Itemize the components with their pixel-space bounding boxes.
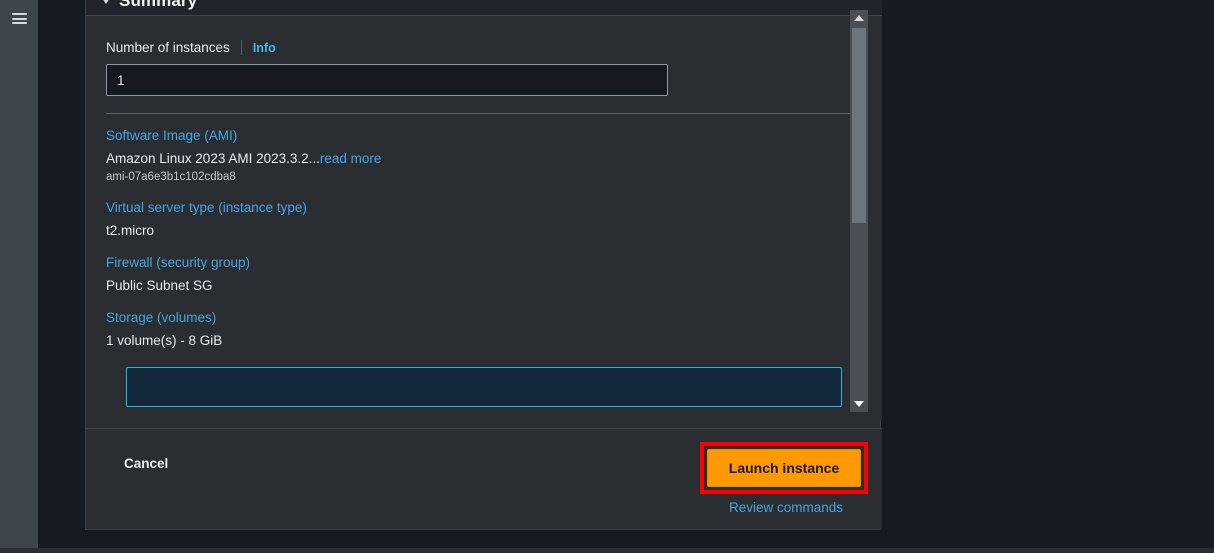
cancel-button[interactable]: Cancel (124, 456, 168, 471)
review-commands-link[interactable]: Review commands (726, 500, 846, 515)
summary-item-ami: Software Image (AMI) Amazon Linux 2023 A… (106, 126, 862, 186)
triangle-down-glyph (854, 401, 864, 407)
summary-item-storage: Storage (volumes) 1 volume(s) - 8 GiB (106, 308, 862, 351)
read-more-link[interactable]: read more (320, 151, 382, 166)
hamburger-line (12, 17, 27, 20)
number-of-instances-label: Number of instances (106, 40, 230, 55)
scroll-down-arrow-icon[interactable] (850, 396, 868, 412)
summary-item-instance-type: Virtual server type (instance type) t2.m… (106, 198, 862, 241)
summary-heading-ami[interactable]: Software Image (AMI) (106, 126, 862, 146)
summary-value-instance-type: t2.micro (106, 223, 155, 238)
number-of-instances-input[interactable] (106, 64, 668, 96)
ami-name-text: Amazon Linux 2023 AMI 2023.3.2... (106, 151, 320, 166)
summary-list: Software Image (AMI) Amazon Linux 2023 A… (86, 114, 882, 407)
number-of-instances-label-row: Number of instances Info (106, 40, 862, 55)
summary-footer: Cancel Launch instance Review commands (86, 429, 882, 529)
app-root: Summary Number of instances Info Softwar… (0, 0, 1214, 553)
label-separator (240, 40, 242, 55)
hamburger-line (12, 13, 27, 15)
summary-heading-security-group[interactable]: Firewall (security group) (106, 253, 862, 273)
summary-heading-instance-type[interactable]: Virtual server type (instance type) (106, 198, 862, 218)
chevron-down-icon[interactable] (102, 0, 110, 4)
summary-ami-id: ami-07a6e3b1c102cdba8 (106, 171, 236, 183)
number-of-instances-field: Number of instances Info (86, 16, 882, 96)
summary-value-ami: Amazon Linux 2023 AMI 2023.3.2...read mo… (106, 148, 862, 169)
free-tier-alert-box (126, 367, 842, 407)
hamburger-line (12, 22, 27, 24)
summary-heading-storage[interactable]: Storage (volumes) (106, 308, 862, 328)
summary-panel: Summary Number of instances Info Softwar… (85, 0, 882, 530)
info-link[interactable]: Info (253, 41, 276, 55)
hamburger-menu-icon[interactable] (12, 13, 27, 24)
summary-value-security-group: Public Subnet SG (106, 278, 213, 293)
summary-item-security-group: Firewall (security group) Public Subnet … (106, 253, 862, 296)
summary-value-storage: 1 volume(s) - 8 GiB (106, 333, 223, 348)
summary-scrollbar[interactable] (850, 10, 868, 412)
bottom-rail (0, 548, 1214, 553)
scrollbar-thumb[interactable] (852, 28, 866, 223)
page-title: Summary (119, 0, 198, 10)
triangle-up-glyph (854, 15, 864, 21)
summary-panel-header[interactable]: Summary (86, 0, 882, 15)
summary-scroll-area[interactable]: Number of instances Info Software Image … (86, 16, 882, 420)
launch-instance-button[interactable]: Launch instance (707, 449, 861, 487)
left-nav-strip (0, 0, 38, 548)
scroll-up-arrow-icon[interactable] (850, 10, 868, 26)
